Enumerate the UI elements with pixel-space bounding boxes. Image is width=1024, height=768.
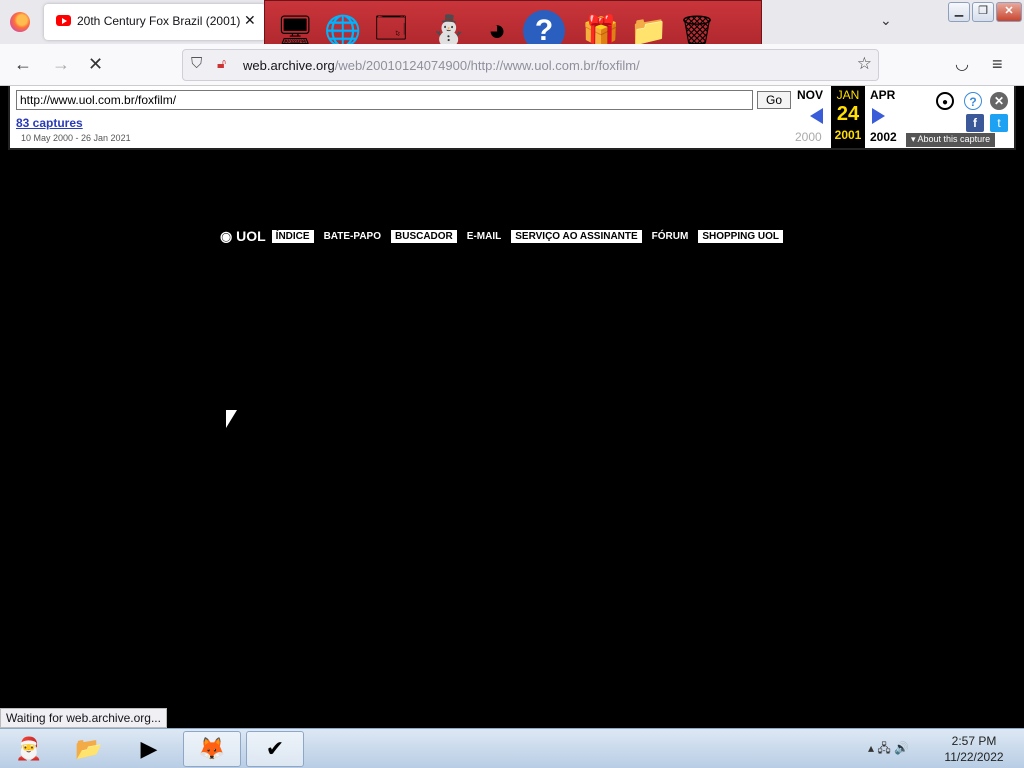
uol-nav-indice[interactable]: ÍNDICE bbox=[271, 230, 314, 243]
uol-logo[interactable]: ◉ UOL bbox=[220, 228, 266, 245]
tab-title: 20th Century Fox Brazil (2001) - bbox=[77, 14, 242, 28]
uol-nav-email[interactable]: E-MAIL bbox=[463, 230, 505, 243]
twitter-icon[interactable]: t bbox=[990, 114, 1008, 132]
close-toolbar-icon[interactable]: ✕ bbox=[990, 92, 1008, 110]
media-player-icon[interactable]: ▶ bbox=[120, 731, 178, 767]
stop-loading-icon[interactable]: ✕ bbox=[88, 54, 103, 75]
wayback-toolbar: Go 83 captures 10 May 2000 - 26 Jan 2021… bbox=[8, 86, 1016, 150]
clock-date: 11/22/2022 bbox=[944, 750, 1004, 764]
checklist-app-icon[interactable]: ✔ bbox=[246, 731, 304, 767]
next-month-link[interactable]: APR bbox=[870, 88, 895, 102]
hamburger-menu-icon[interactable]: ≡ bbox=[992, 54, 1003, 75]
tray-icons[interactable]: ▴ 🖧 🔊 bbox=[868, 739, 909, 760]
go-button[interactable]: Go bbox=[757, 91, 791, 109]
next-year-link[interactable]: 2002 bbox=[870, 130, 897, 144]
wayback-url-input[interactable] bbox=[16, 90, 753, 110]
user-icon[interactable]: ● bbox=[936, 92, 954, 110]
address-bar[interactable]: ⛉ 🔓︎ web.archive.org/web/20010124074900/… bbox=[182, 49, 879, 81]
uol-nav-bar: ◉ UOL ÍNDICE BATE-PAPO BUSCADOR E-MAIL S… bbox=[220, 228, 784, 245]
url-text[interactable]: web.archive.org/web/20010124074900/http:… bbox=[243, 58, 640, 73]
uol-nav-buscador[interactable]: BUSCADOR bbox=[391, 230, 457, 243]
clock-time: 2:57 PM bbox=[951, 734, 997, 748]
minimize-button[interactable]: ▁ bbox=[948, 2, 970, 22]
current-month: JAN bbox=[836, 88, 860, 102]
file-explorer-icon[interactable]: 📂 bbox=[60, 731, 118, 767]
back-arrow-icon[interactable]: ← bbox=[14, 54, 32, 75]
current-capture-date: JAN 24 2001 bbox=[831, 86, 865, 148]
list-all-tabs-icon[interactable]: ⌄ bbox=[880, 12, 892, 29]
navigation-toolbar: ← → ✕ ⛉ 🔓︎ web.archive.org/web/200101240… bbox=[0, 44, 1024, 86]
prev-month-link[interactable]: NOV bbox=[797, 88, 823, 102]
current-year: 2001 bbox=[834, 128, 862, 142]
help-circle-icon[interactable]: ? bbox=[964, 92, 982, 110]
prev-capture-arrow-icon[interactable] bbox=[810, 108, 823, 124]
about-capture-button[interactable]: ▾ About this capture bbox=[906, 133, 996, 147]
prev-year-link[interactable]: 2000 bbox=[795, 130, 822, 144]
captures-link[interactable]: 83 captures bbox=[16, 116, 83, 130]
youtube-favicon-icon bbox=[56, 15, 71, 26]
uol-nav-bate-papo[interactable]: BATE-PAPO bbox=[320, 230, 385, 243]
taskbar: 🎅 📂 ▶ 🦊 ✔ ▴ 🖧 🔊 2:57 PM 11/22/2022 bbox=[0, 728, 1024, 768]
forward-arrow-icon[interactable]: → bbox=[52, 54, 70, 75]
uol-nav-forum[interactable]: FÓRUM bbox=[648, 230, 693, 243]
bookmark-star-icon[interactable]: ☆ bbox=[857, 54, 872, 74]
browser-tab[interactable]: 20th Century Fox Brazil (2001) - ✕ bbox=[44, 4, 266, 40]
facebook-icon[interactable]: f bbox=[966, 114, 984, 132]
start-button-santa-icon[interactable]: 🎅 bbox=[0, 731, 58, 767]
tab-close-icon[interactable]: ✕ bbox=[244, 12, 256, 29]
firefox-menu-icon[interactable] bbox=[10, 12, 30, 32]
maximize-button[interactable]: ❐ bbox=[972, 2, 994, 22]
shield-icon[interactable]: ⛉ bbox=[191, 55, 202, 72]
uol-nav-servico[interactable]: SERVIÇO AO ASSINANTE bbox=[511, 230, 642, 243]
next-capture-arrow-icon[interactable] bbox=[872, 108, 885, 124]
clock[interactable]: 2:57 PM 11/22/2022 bbox=[940, 733, 1008, 765]
insecure-lock-icon[interactable]: 🔓︎ bbox=[217, 55, 226, 72]
status-bar: Waiting for web.archive.org... bbox=[0, 708, 167, 728]
current-day: 24 bbox=[836, 103, 860, 125]
uol-nav-shopping[interactable]: SHOPPING UOL bbox=[698, 230, 784, 243]
firefox-taskbar-icon[interactable]: 🦊 bbox=[183, 731, 241, 767]
pocket-icon[interactable]: ◡ bbox=[955, 54, 969, 74]
capture-range: 10 May 2000 - 26 Jan 2021 bbox=[21, 133, 131, 143]
close-window-button[interactable]: ✕ bbox=[996, 2, 1022, 22]
mouse-cursor-icon bbox=[226, 410, 237, 428]
